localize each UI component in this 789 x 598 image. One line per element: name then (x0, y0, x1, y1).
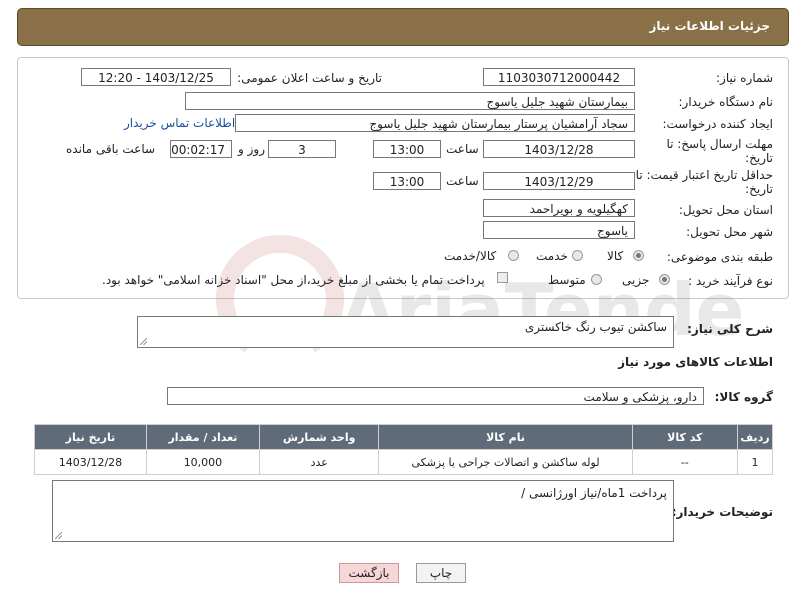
validity-time-field: 13:00 (373, 172, 441, 190)
deadline-label: مهلت ارسال پاسخ: تا (666, 137, 773, 151)
validity-time-label: ساعت (446, 174, 479, 188)
back-button[interactable]: بازگشت (339, 563, 399, 583)
page-title: جزئیات اطلاعات نیاز (649, 19, 770, 33)
process-option-medium: متوسط (548, 273, 586, 287)
col-header-item-name: نام کالا (378, 424, 633, 450)
deadline-time-label: ساعت (446, 142, 479, 156)
remaining-field: 00:02:17 (170, 140, 232, 158)
summary-text: ساکشن تیوب رنگ خاکستری (524, 320, 667, 334)
treasury-payment-note: پرداخت تمام یا بخشی از مبلغ خرید،از محل … (102, 273, 485, 287)
category-radio-goods[interactable] (633, 250, 644, 261)
category-option-goods: کالا (607, 249, 624, 263)
col-header-row-number: ردیف (737, 424, 773, 450)
creator-field: سجاد آرامشیان پرستار بیمارستان شهید جلیل… (235, 114, 635, 132)
process-radio-medium[interactable] (591, 274, 602, 285)
category-option-service: خدمت (536, 249, 568, 263)
announce-label: تاریخ و ساعت اعلان عمومی: (237, 71, 382, 85)
table-header-row: ردیف کد کالا نام کالا واحد شمارش تعداد /… (34, 424, 773, 450)
cell-row-number: 1 (737, 449, 773, 475)
validity-date-field: 1403/12/29 (483, 172, 635, 190)
deadline-label-date: تاریخ: (745, 151, 773, 165)
goods-section-title: اطلاعات کالاهای مورد نیاز (618, 355, 773, 369)
deadline-date-field: 1403/12/28 (483, 140, 635, 158)
goods-group-label: گروه کالا: (714, 390, 773, 404)
creator-label: ایجاد کننده درخواست: (662, 117, 773, 131)
resize-grip-icon[interactable] (140, 338, 147, 345)
col-header-quantity: تعداد / مقدار (145, 424, 260, 450)
category-radio-goods-service[interactable] (508, 250, 519, 261)
cell-item-code: -- (631, 449, 739, 475)
announce-field: 1403/12/25 - 12:20 (81, 68, 231, 86)
buyer-notes-text: پرداخت 1ماه/نیاز اورژانسی / (521, 486, 667, 500)
page-header: جزئیات اطلاعات نیاز (17, 8, 789, 46)
validity-label-date: تاریخ: (745, 182, 773, 196)
cell-unit: عدد (258, 449, 380, 475)
process-option-minor: جزیی (622, 273, 650, 287)
summary-label: شرح کلی نیاز: (687, 322, 773, 336)
category-option-goods-service: کالا/خدمت (444, 249, 497, 263)
resize-grip-icon[interactable] (55, 532, 62, 539)
province-label: استان محل تحویل: (678, 203, 773, 217)
city-field: یاسوج (483, 221, 635, 239)
province-field: کهگیلویه و بویراحمد (483, 199, 635, 217)
category-label: طبقه بندی موضوعی: (666, 250, 773, 264)
table-row: 1 -- لوله ساکشن و اتصالات جراحی یا پزشکی… (34, 449, 773, 475)
col-header-need-date: تاریخ نیاز (34, 424, 147, 450)
treasury-payment-checkbox[interactable] (497, 272, 508, 283)
days-field: 3 (268, 140, 336, 158)
print-button[interactable]: چاپ (416, 563, 466, 583)
process-radio-minor[interactable] (659, 274, 670, 285)
process-label: نوع فرآیند خرید : (688, 274, 773, 288)
buyer-notes-field: پرداخت 1ماه/نیاز اورژانسی / (52, 480, 674, 542)
need-number-label: شماره نیاز: (716, 71, 773, 85)
days-label: روز و (238, 142, 265, 156)
category-radio-service[interactable] (572, 250, 583, 261)
city-label: شهر محل تحویل: (686, 225, 773, 239)
contact-buyer-link[interactable]: اطلاعات تماس خریدار (124, 116, 235, 130)
cell-item-name: لوله ساکشن و اتصالات جراحی یا پزشکی (378, 449, 633, 475)
col-header-unit: واحد شمارش (258, 424, 380, 450)
deadline-time-field: 13:00 (373, 140, 441, 158)
buyer-org-field: بیمارستان شهید جلیل یاسوج (185, 92, 635, 110)
summary-field: ساکشن تیوب رنگ خاکستری (137, 316, 674, 348)
col-header-item-code: کد کالا (631, 424, 739, 450)
goods-group-field: دارو، پزشکی و سلامت (167, 387, 704, 405)
buyer-notes-label: توضیحات خریدار: (671, 505, 773, 519)
need-number-field: 1103030712000442 (483, 68, 635, 86)
items-table: ردیف کد کالا نام کالا واحد شمارش تعداد /… (34, 424, 773, 475)
cell-quantity: 10,000 (145, 449, 260, 475)
buyer-org-label: نام دستگاه خریدار: (678, 95, 774, 109)
cell-need-date: 1403/12/28 (34, 449, 147, 475)
remaining-label: ساعت باقی مانده (66, 142, 156, 156)
validity-label: حداقل تاریخ اعتبار قیمت: تا (635, 168, 773, 182)
